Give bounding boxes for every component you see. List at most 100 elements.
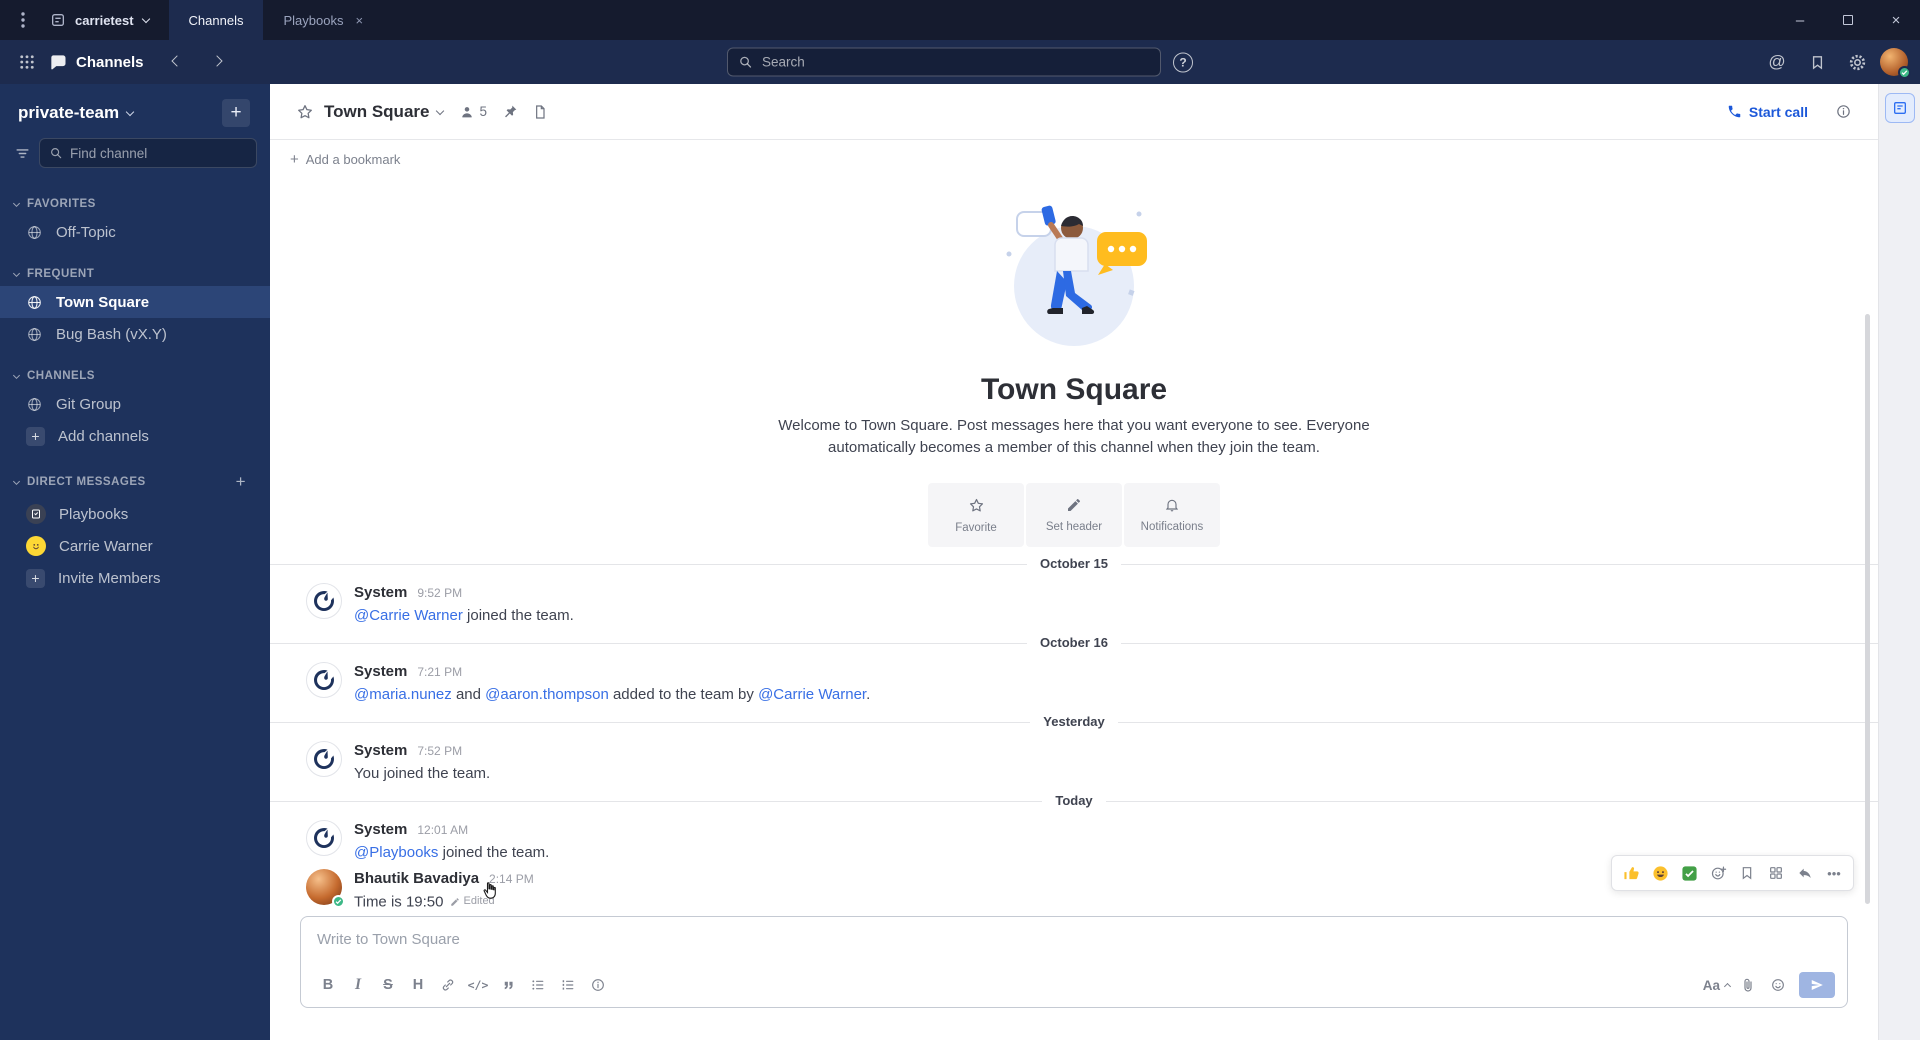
user-avatar[interactable] — [306, 869, 345, 908]
reply-button[interactable] — [1792, 860, 1818, 886]
quick-reaction-check-button[interactable] — [1676, 860, 1702, 886]
format-strikethrough-button[interactable]: S — [373, 971, 403, 999]
insert-link-button[interactable] — [433, 971, 463, 999]
sidebar-item-git-group[interactable]: Git Group — [0, 388, 270, 420]
sidebar-item-playbooks[interactable]: Playbooks — [0, 498, 270, 530]
sidebar-item-invite-members[interactable]: + Invite Members — [0, 562, 270, 594]
quick-reaction-smile-button[interactable] — [1647, 860, 1673, 886]
tab-label: Playbooks — [283, 12, 344, 28]
more-actions-button[interactable]: ••• — [1821, 860, 1847, 886]
numbered-list-button[interactable] — [553, 971, 583, 999]
file-icon — [536, 104, 545, 119]
add-bookmark-button[interactable]: + Add a bookmark — [270, 140, 1878, 178]
start-call-button[interactable]: Start call — [1717, 99, 1818, 125]
quick-reaction-thumbsup-button[interactable] — [1618, 860, 1644, 886]
search-input[interactable] — [762, 54, 1150, 70]
message-priority-button[interactable] — [583, 971, 613, 999]
channel-files-button[interactable] — [525, 97, 555, 127]
sidebar-item-add-channels[interactable]: + Add channels — [0, 420, 270, 452]
mention-link[interactable]: @Carrie Warner — [354, 607, 463, 624]
scrollbar-thumb[interactable] — [1865, 314, 1870, 904]
message-input[interactable]: Write to Town Square — [301, 917, 1847, 971]
window-maximize-button[interactable] — [1824, 0, 1872, 40]
channels-product-icon — [51, 55, 66, 70]
section-header-direct-messages[interactable]: DIRECT MESSAGES + — [0, 468, 270, 498]
start-call-label: Start call — [1748, 103, 1808, 120]
channel-filter-button[interactable] — [14, 139, 31, 167]
bulleted-list-button[interactable] — [523, 971, 553, 999]
message-composer[interactable]: Write to Town Square B I S H </> Aa — [300, 916, 1848, 1008]
sidebar-item-carrie-warner[interactable]: Carrie Warner — [0, 530, 270, 562]
section-header-favorites[interactable]: FAVORITES — [0, 194, 270, 216]
add-direct-message-button[interactable]: + — [236, 472, 246, 492]
message-sender[interactable]: System — [354, 820, 407, 840]
intro-notifications-button[interactable]: Notifications — [1124, 483, 1220, 547]
help-button[interactable]: ? — [1173, 52, 1193, 72]
system-avatar — [306, 583, 342, 619]
message-system-1[interactable]: System 9:52 PM @Carrie Warner joined the… — [270, 577, 1878, 626]
settings-button[interactable] — [1840, 46, 1874, 78]
sidebar-item-bug-bash[interactable]: Bug Bash (vX.Y) — [0, 318, 270, 350]
find-channel-input[interactable] — [70, 145, 247, 161]
date-divider-label: October 16 — [1040, 635, 1108, 650]
channel-info-button[interactable] — [1828, 97, 1858, 127]
channel-members-button[interactable]: 5 — [459, 104, 487, 120]
format-bold-button[interactable]: B — [313, 971, 343, 999]
save-message-button[interactable] — [1734, 860, 1760, 886]
sidebar-item-off-topic[interactable]: Off-Topic — [0, 216, 270, 248]
tab-close-icon[interactable]: × — [355, 13, 363, 28]
mention-link[interactable]: @Carrie Warner — [758, 686, 866, 703]
section-frequent: FREQUENT Town Square Bug Bash (vX.Y) — [0, 264, 270, 350]
section-header-frequent[interactable]: FREQUENT — [0, 264, 270, 286]
product-switcher-button[interactable] — [10, 46, 44, 78]
message-system-3[interactable]: System 7:52 PM You joined the team. — [270, 735, 1878, 784]
pinned-posts-button[interactable] — [495, 97, 525, 127]
channel-title-menu[interactable]: Town Square — [324, 102, 445, 122]
saved-posts-button[interactable] — [1800, 46, 1834, 78]
forward-button[interactable] — [200, 46, 234, 78]
message-system-2[interactable]: System 7:21 PM @maria.nunez and @aaron.t… — [270, 656, 1878, 705]
channel-header-right: Start call — [1717, 97, 1858, 127]
team-name[interactable]: private-team — [18, 103, 119, 123]
format-heading-button[interactable]: H — [403, 971, 433, 999]
message-sender[interactable]: System — [354, 662, 407, 682]
user-avatar[interactable] — [1880, 48, 1911, 79]
search-box[interactable] — [727, 47, 1161, 77]
tab-playbooks[interactable]: Playbooks × — [263, 0, 383, 40]
add-reaction-button[interactable] — [1705, 860, 1731, 886]
send-button[interactable] — [1799, 972, 1835, 998]
attachment-button[interactable] — [1733, 971, 1763, 999]
section-header-channels[interactable]: CHANNELS — [0, 366, 270, 388]
server-selector[interactable]: carrietest — [46, 0, 169, 40]
app-menu-button[interactable] — [0, 0, 46, 40]
recent-mentions-button[interactable]: @ — [1760, 46, 1794, 78]
sidebar-item-town-square[interactable]: Town Square — [0, 286, 270, 318]
message-sender[interactable]: System — [354, 741, 407, 761]
message-sender[interactable]: Bhautik Bavadiya — [354, 869, 479, 889]
format-italic-button[interactable]: I — [343, 971, 373, 999]
message-actions-button[interactable] — [1763, 860, 1789, 886]
window-minimize-button[interactable]: – — [1776, 0, 1824, 40]
tab-channels[interactable]: Channels — [168, 0, 264, 40]
message-sender[interactable]: System — [354, 583, 407, 603]
mention-link[interactable]: @Playbooks — [354, 844, 438, 861]
quote-button[interactable] — [493, 971, 523, 999]
intro-set-header-button[interactable]: Set header — [1026, 483, 1122, 547]
add-button[interactable]: + — [222, 99, 250, 127]
mention-link[interactable]: @maria.nunez — [354, 686, 452, 703]
app-bar — [1878, 84, 1920, 1040]
message-list[interactable]: Town Square Welcome to Town Square. Post… — [270, 178, 1878, 908]
formatting-toggle-button[interactable]: Aa — [1700, 971, 1733, 999]
chevron-down-icon[interactable] — [125, 107, 135, 117]
window-close-button[interactable]: × — [1872, 0, 1920, 40]
app-bar-app-button[interactable] — [1884, 93, 1915, 123]
date-divider-label: October 15 — [1040, 556, 1108, 571]
mention-link[interactable]: @aaron.thompson — [485, 686, 609, 703]
find-channel-box[interactable] — [39, 138, 257, 168]
intro-favorite-button[interactable]: Favorite — [928, 483, 1024, 547]
emoji-picker-button[interactable] — [1763, 971, 1793, 999]
message-user-bhautik[interactable]: Bhautik Bavadiya 2:14 PM Time is 19:50 Ed… — [270, 855, 1878, 908]
code-button[interactable]: </> — [463, 971, 493, 999]
back-button[interactable] — [160, 46, 194, 78]
favorite-channel-button[interactable] — [290, 97, 320, 127]
